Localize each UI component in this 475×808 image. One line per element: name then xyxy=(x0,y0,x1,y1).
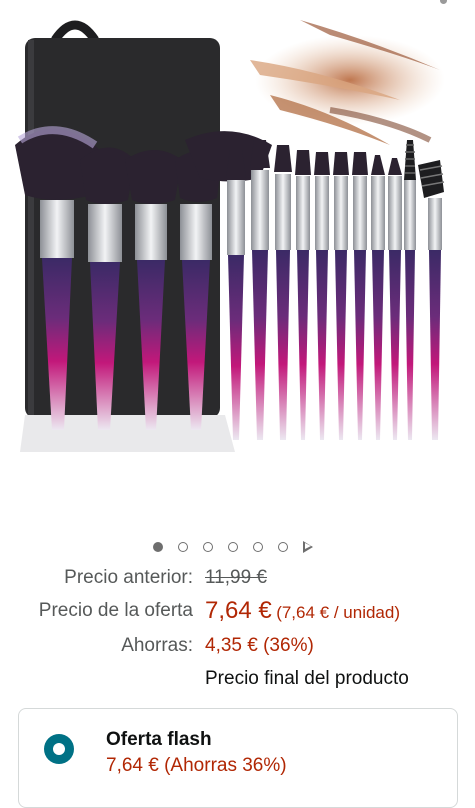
carousel-dot-5[interactable] xyxy=(253,542,263,552)
carousel-dot-1[interactable] xyxy=(153,542,163,552)
previous-price-label: Precio anterior: xyxy=(64,567,193,588)
flash-offer-option[interactable]: Oferta flash 7,64 € (Ahorras 36%) xyxy=(18,708,458,808)
brush-set-illustration xyxy=(15,20,445,452)
final-price-note: Precio final del producto xyxy=(205,668,409,689)
previous-price-value: 11,99 € xyxy=(205,567,267,588)
play-icon[interactable] xyxy=(303,541,313,553)
flash-offer-price: 7,64 € (Ahorras 36%) xyxy=(106,755,287,776)
deal-unit-price: (7,64 € / unidad) xyxy=(276,603,400,622)
flash-offer-title: Oferta flash xyxy=(106,729,212,750)
deal-price-value: 7,64 € xyxy=(205,597,272,624)
carousel-dot-6[interactable] xyxy=(278,542,288,552)
radio-selected-icon[interactable] xyxy=(44,734,74,764)
savings-label: Ahorras: xyxy=(121,635,193,656)
savings-value: 4,35 € (36%) xyxy=(205,635,314,656)
product-image[interactable] xyxy=(0,0,475,470)
small-brushes xyxy=(226,140,445,440)
deal-price: 7,64 € (7,64 € / unidad) xyxy=(205,597,400,625)
carousel-dot-2[interactable] xyxy=(178,542,188,552)
deal-price-label: Precio de la oferta xyxy=(38,600,193,621)
carousel-dot-4[interactable] xyxy=(228,542,238,552)
powder-swatch xyxy=(250,20,445,145)
image-carousel-indicator[interactable] xyxy=(0,538,475,558)
carousel-dot-3[interactable] xyxy=(203,542,213,552)
